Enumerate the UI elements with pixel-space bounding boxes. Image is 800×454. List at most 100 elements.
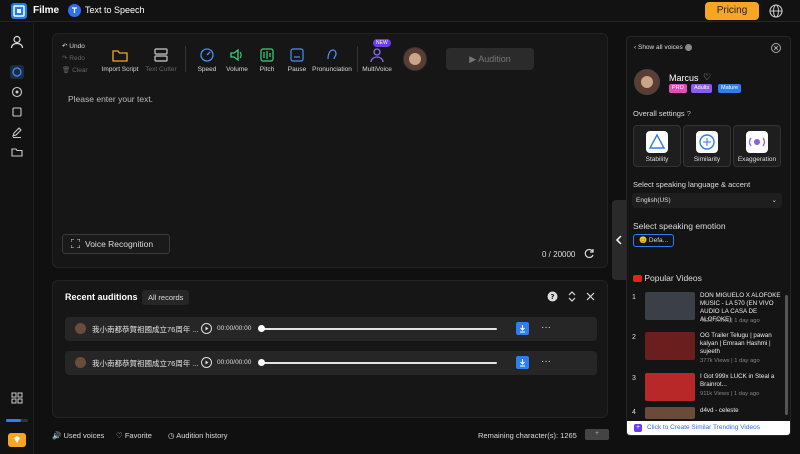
close-icon[interactable]	[586, 292, 595, 301]
video-title[interactable]: OG Trailer Telugu | pawan kalyan | Emraa…	[700, 332, 782, 356]
help-icon[interactable]: ?	[687, 109, 691, 118]
redo-button[interactable]: ↷ Redo	[62, 54, 85, 62]
download-icon[interactable]	[516, 322, 529, 335]
similarity-card[interactable]: Similarity	[683, 125, 731, 167]
play-icon[interactable]	[201, 323, 212, 334]
more-options-icon[interactable]: ···	[541, 356, 551, 367]
video-item[interactable]: 2 OG Trailer Telugu | pawan kalyan | Emr…	[632, 332, 782, 370]
panel-scrollbar[interactable]	[785, 295, 788, 415]
toolbar-divider	[357, 46, 358, 72]
speed-button[interactable]: Speed	[191, 47, 223, 73]
favorite-link[interactable]: ♡ Favorite	[116, 431, 152, 440]
volume-icon	[229, 47, 245, 63]
close-panel-icon[interactable]	[771, 43, 781, 53]
svg-text:?: ?	[550, 293, 554, 301]
video-item[interactable]: 1 DON MIGUELO X ALOFOKE MUSIC - LA 570 (…	[632, 292, 782, 330]
edit-icon[interactable]	[10, 125, 24, 139]
voice-name: Marcus	[669, 73, 699, 83]
pricing-button[interactable]: Pricing	[705, 2, 759, 20]
tag-mature: Mature	[718, 84, 742, 93]
folder-icon[interactable]	[10, 145, 24, 159]
filme-logo-icon[interactable]	[11, 3, 27, 19]
video-thumbnail[interactable]	[645, 332, 695, 360]
refresh-icon[interactable]	[584, 248, 595, 259]
multivoice-button[interactable]: NEW MultiVoice	[359, 39, 395, 73]
progress-track[interactable]	[261, 362, 497, 364]
audition-history-link[interactable]: ◷ Audition history	[168, 431, 228, 440]
premium-icon[interactable]	[8, 433, 26, 447]
stability-card[interactable]: Stability	[633, 125, 681, 167]
avatar	[75, 357, 86, 368]
exaggeration-icon	[746, 131, 768, 153]
import-script-button[interactable]: Import Script	[99, 47, 141, 73]
video-thumbnail[interactable]	[645, 373, 695, 401]
clear-button[interactable]: 🗑 Clear	[62, 66, 88, 74]
more-options-icon[interactable]: ···	[541, 322, 551, 333]
speed-icon	[199, 47, 215, 63]
recent-auditions-panel: Recent auditions All records ? 我小南都恭賀祖國成…	[52, 280, 608, 418]
sort-icon[interactable]	[568, 291, 576, 302]
pitch-button[interactable]: Pitch	[251, 47, 283, 73]
all-records-button[interactable]: All records	[142, 290, 190, 305]
audition-row[interactable]: 我小南都恭賀祖國成立76周年 ... 00:00/00:00 ···	[65, 351, 597, 375]
popular-videos-header: Popular Videos	[633, 273, 702, 283]
create-trending-videos-button[interactable]: + Click to Create Similar Trending Video…	[627, 421, 790, 435]
text-cutter-button[interactable]: Text Cutter	[141, 47, 181, 73]
play-icon[interactable]	[201, 357, 212, 368]
voice-clone-icon[interactable]	[10, 85, 24, 99]
tag-adults: Adults	[691, 84, 713, 93]
volume-button[interactable]: Volume	[221, 47, 253, 73]
text-input-area[interactable]: Please enter your text.	[68, 94, 153, 104]
exaggeration-card[interactable]: Exaggeration	[733, 125, 781, 167]
audition-row[interactable]: 我小南都恭賀祖國成立76周年 ... 00:00/00:00 ···	[65, 317, 597, 341]
scan-icon	[71, 239, 80, 248]
show-all-voices-link[interactable]: ‹ Show all voices	[634, 44, 692, 51]
video-thumbnail[interactable]	[645, 407, 695, 419]
audition-time: 00:00/00:00	[217, 359, 252, 366]
folder-import-icon	[112, 47, 128, 63]
pause-icon	[289, 47, 305, 63]
add-characters-button[interactable]: +	[585, 429, 609, 440]
video-item[interactable]: 3 I Got 999x LUCK in Steal a Brainrot...…	[632, 373, 782, 411]
help-icon[interactable]: ?	[547, 291, 558, 302]
progress-handle[interactable]	[258, 325, 265, 332]
product-title: Text to Speech	[85, 5, 145, 15]
left-rail	[0, 23, 34, 454]
pronunciation-icon	[324, 47, 340, 63]
progress-handle[interactable]	[258, 359, 265, 366]
library-icon[interactable]	[10, 105, 24, 119]
apps-grid-icon[interactable]	[10, 391, 24, 405]
brand-name: Filme	[33, 5, 60, 16]
info-icon	[684, 44, 692, 51]
voice-avatar[interactable]	[403, 47, 427, 71]
tag-pro: PRO	[669, 84, 687, 93]
text-editor-panel: ↶ Undo ↷ Redo 🗑 Clear Import Script Text…	[52, 33, 608, 268]
similarity-icon	[696, 131, 718, 153]
panel-collapse-handle[interactable]	[612, 200, 626, 280]
chevron-left-icon: ‹	[634, 44, 637, 52]
emotion-label: Select speaking emotion	[633, 221, 726, 231]
top-bar: Filme Text to Speech Pricing	[0, 0, 800, 22]
globe-icon[interactable]	[768, 3, 784, 19]
used-voices-link[interactable]: 🔊 Used voices	[52, 431, 104, 440]
text-to-speech-icon	[68, 4, 81, 17]
video-thumbnail[interactable]	[645, 292, 695, 320]
language-select[interactable]: English(US) ⌄	[632, 193, 782, 208]
tts-nav-icon[interactable]	[10, 65, 24, 79]
pronunciation-button[interactable]: Pronunciation	[309, 47, 355, 73]
video-meta: 482k Views | 1 day ago	[700, 318, 760, 324]
user-icon[interactable]	[10, 35, 24, 49]
favorite-heart-icon[interactable]: ♡	[703, 72, 711, 83]
audition-button[interactable]: ▶ Audition	[446, 48, 534, 70]
voice-recognition-button[interactable]: Voice Recognition	[62, 234, 170, 254]
emotion-default-button[interactable]: 😊 Defa...	[633, 234, 675, 247]
stability-icon	[646, 131, 668, 153]
video-title[interactable]: I Got 999x LUCK in Steal a Brainrot...	[700, 373, 782, 389]
audition-time: 00:00/00:00	[217, 325, 252, 332]
video-title[interactable]: d4vd - celeste	[700, 407, 782, 415]
undo-button[interactable]: ↶ Undo	[62, 42, 85, 50]
progress-track[interactable]	[261, 328, 497, 330]
new-badge: NEW	[373, 39, 391, 47]
download-icon[interactable]	[516, 356, 529, 369]
video-meta: 911k Views | 1 day ago	[700, 391, 760, 397]
